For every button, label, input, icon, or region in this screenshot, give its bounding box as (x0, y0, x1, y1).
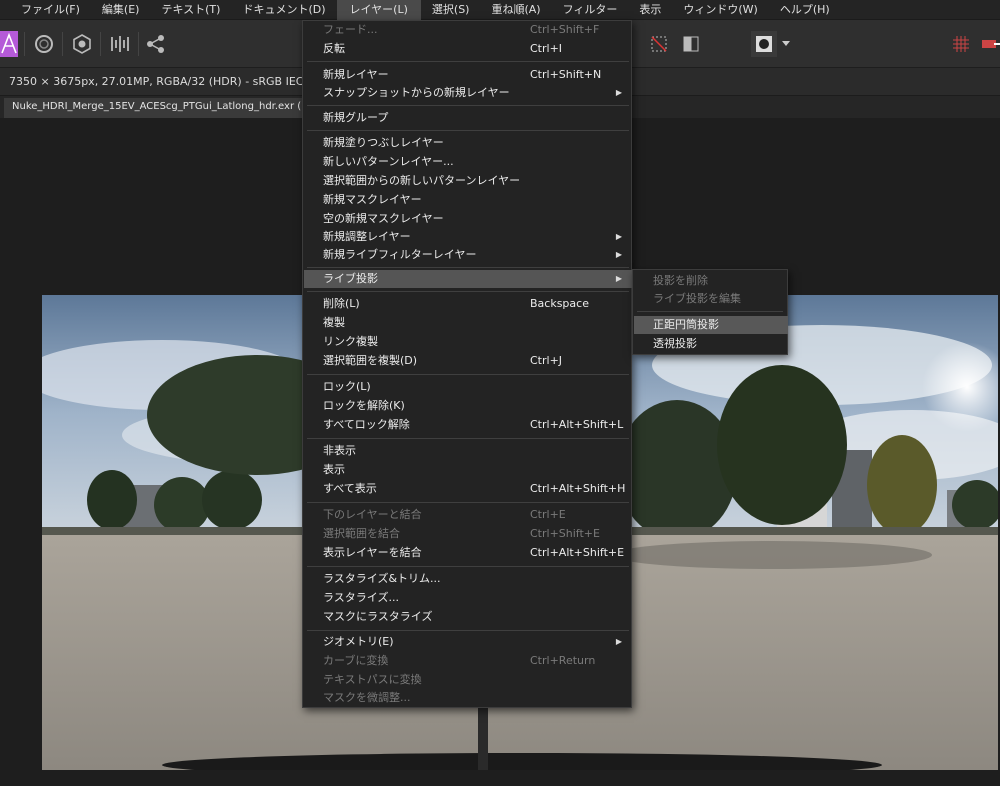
layer-menu-dropdown: フェード... Ctrl+Shift+F 反転 Ctrl+I 新規レイヤー Ctrl+… (302, 20, 632, 708)
document-info: 7350 × 3675px, 27.01MP, RGBA/32 (HDR) - … (9, 75, 332, 88)
menu-window[interactable]: ウィンドウ(W) (672, 0, 768, 20)
menu-item-new-pattern-layer-from-selection[interactable]: 選択範囲からの新しいパターンレイヤー (304, 172, 632, 190)
menu-item-invert[interactable]: 反転 Ctrl+I (304, 40, 632, 58)
menu-item-duplicate[interactable]: 複製 (304, 314, 632, 332)
submenu-item-equirectangular-projection[interactable]: 正距円筒投影 (634, 316, 788, 334)
menu-item-live-projection[interactable]: ライブ投影 ▶ (304, 270, 632, 288)
menu-item-merge-selected[interactable]: 選択範囲を結合 Ctrl+Shift+E (304, 525, 632, 543)
menu-select[interactable]: 選択(S) (421, 0, 481, 20)
document-tab[interactable]: Nuke_HDRI_Merge_15EV_ACEScg_PTGui_Latlon… (4, 98, 314, 118)
quick-mask-icon[interactable] (751, 31, 777, 57)
snapping-options-icon[interactable] (980, 31, 1000, 57)
menu-item-new-mask-layer[interactable]: 新規マスクレイヤー (304, 191, 632, 209)
menu-text[interactable]: テキスト(T) (150, 0, 231, 20)
submenu-arrow-icon: ▶ (615, 637, 622, 646)
submenu-item-perspective-projection[interactable]: 透視投影 (634, 335, 788, 353)
menu-layer[interactable]: レイヤー(L) (336, 0, 421, 20)
tone-mapping-persona-icon[interactable] (107, 31, 133, 57)
grid-snapping-icon[interactable] (948, 31, 974, 57)
live-projection-submenu: 投影を削除 ライブ投影を編集 正距円筒投影 透視投影 (632, 269, 788, 355)
menu-document[interactable]: ドキュメント(D) (231, 0, 336, 20)
menu-view[interactable]: 表示 (628, 0, 672, 20)
menu-item-geometry[interactable]: ジオメトリ(E) ▶ (304, 633, 632, 651)
menu-item-hide[interactable]: 非表示 (304, 442, 632, 460)
menu-item-show[interactable]: 表示 (304, 461, 632, 479)
liquify-persona-icon[interactable] (31, 31, 57, 57)
menu-item-rasterize[interactable]: ラスタライズ... (304, 589, 632, 607)
menu-item-refine-mask[interactable]: マスクを微調整... (304, 689, 632, 707)
menu-item-merge-down[interactable]: 下のレイヤーと結合 Ctrl+E (304, 506, 632, 524)
menu-bar: ファイル(F) 編集(E) テキスト(T) ドキュメント(D) レイヤー(L) … (0, 0, 1000, 20)
submenu-arrow-icon: ▶ (615, 250, 622, 259)
mask-toggle-icon[interactable] (678, 31, 704, 57)
submenu-arrow-icon: ▶ (615, 232, 622, 241)
menu-item-new-layer-from-snapshot[interactable]: スナップショットからの新規レイヤー ▶ (304, 84, 632, 102)
submenu-item-edit-live-projection[interactable]: ライブ投影を編集 (634, 290, 788, 308)
menu-file[interactable]: ファイル(F) (10, 0, 91, 20)
menu-edit[interactable]: 編集(E) (91, 0, 151, 20)
submenu-item-remove-projection[interactable]: 投影を削除 (634, 272, 788, 290)
submenu-arrow-icon: ▶ (615, 88, 622, 97)
submenu-arrow-icon: ▶ (615, 274, 622, 283)
menu-item-new-live-filter-layer[interactable]: 新規ライブフィルターレイヤー ▶ (304, 246, 632, 264)
menu-item-rasterize-trim[interactable]: ラスタライズ&トリム... (304, 570, 632, 588)
affinity-persona-icon[interactable] (0, 31, 18, 57)
menu-item-new-pattern-layer[interactable]: 新しいパターンレイヤー... (304, 153, 632, 171)
menu-item-unlock[interactable]: ロックを解除(K) (304, 397, 632, 415)
menu-item-duplicate-selection[interactable]: 選択範囲を複製(D) Ctrl+J (304, 352, 632, 370)
menu-item-new-empty-mask-layer[interactable]: 空の新規マスクレイヤー (304, 210, 632, 228)
selection-box-icon[interactable] (646, 31, 672, 57)
develop-persona-icon[interactable] (69, 31, 95, 57)
chevron-down-icon[interactable] (779, 31, 793, 57)
menu-item-convert-to-text-path[interactable]: テキストパスに変換 (304, 671, 632, 689)
share-icon[interactable] (143, 31, 169, 57)
menu-item-lock[interactable]: ロック(L) (304, 378, 632, 396)
menu-arrange[interactable]: 重ね順(A) (480, 0, 551, 20)
menu-item-unlock-all[interactable]: すべてロック解除 Ctrl+Alt+Shift+L (304, 416, 632, 434)
menu-filter[interactable]: フィルター (552, 0, 629, 20)
menu-item-new-adjustment-layer[interactable]: 新規調整レイヤー ▶ (304, 228, 632, 246)
menu-item-new-fill-layer[interactable]: 新規塗りつぶしレイヤー (304, 134, 632, 152)
menu-item-new-layer[interactable]: 新規レイヤー Ctrl+Shift+N (304, 66, 632, 84)
menu-item-merge-visible[interactable]: 表示レイヤーを結合 Ctrl+Alt+Shift+E (304, 544, 632, 562)
menu-item-fade[interactable]: フェード... Ctrl+Shift+F (304, 21, 632, 39)
menu-item-link-duplicate[interactable]: リンク複製 (304, 333, 632, 351)
menu-item-rasterize-to-mask[interactable]: マスクにラスタライズ (304, 608, 632, 626)
menu-item-convert-to-curves[interactable]: カーブに変換 Ctrl+Return (304, 652, 632, 670)
menu-item-show-all[interactable]: すべて表示 Ctrl+Alt+Shift+H (304, 480, 632, 498)
menu-item-delete[interactable]: 削除(L) Backspace (304, 295, 632, 313)
menu-help[interactable]: ヘルプ(H) (769, 0, 841, 20)
menu-item-new-group[interactable]: 新規グループ (304, 109, 632, 127)
